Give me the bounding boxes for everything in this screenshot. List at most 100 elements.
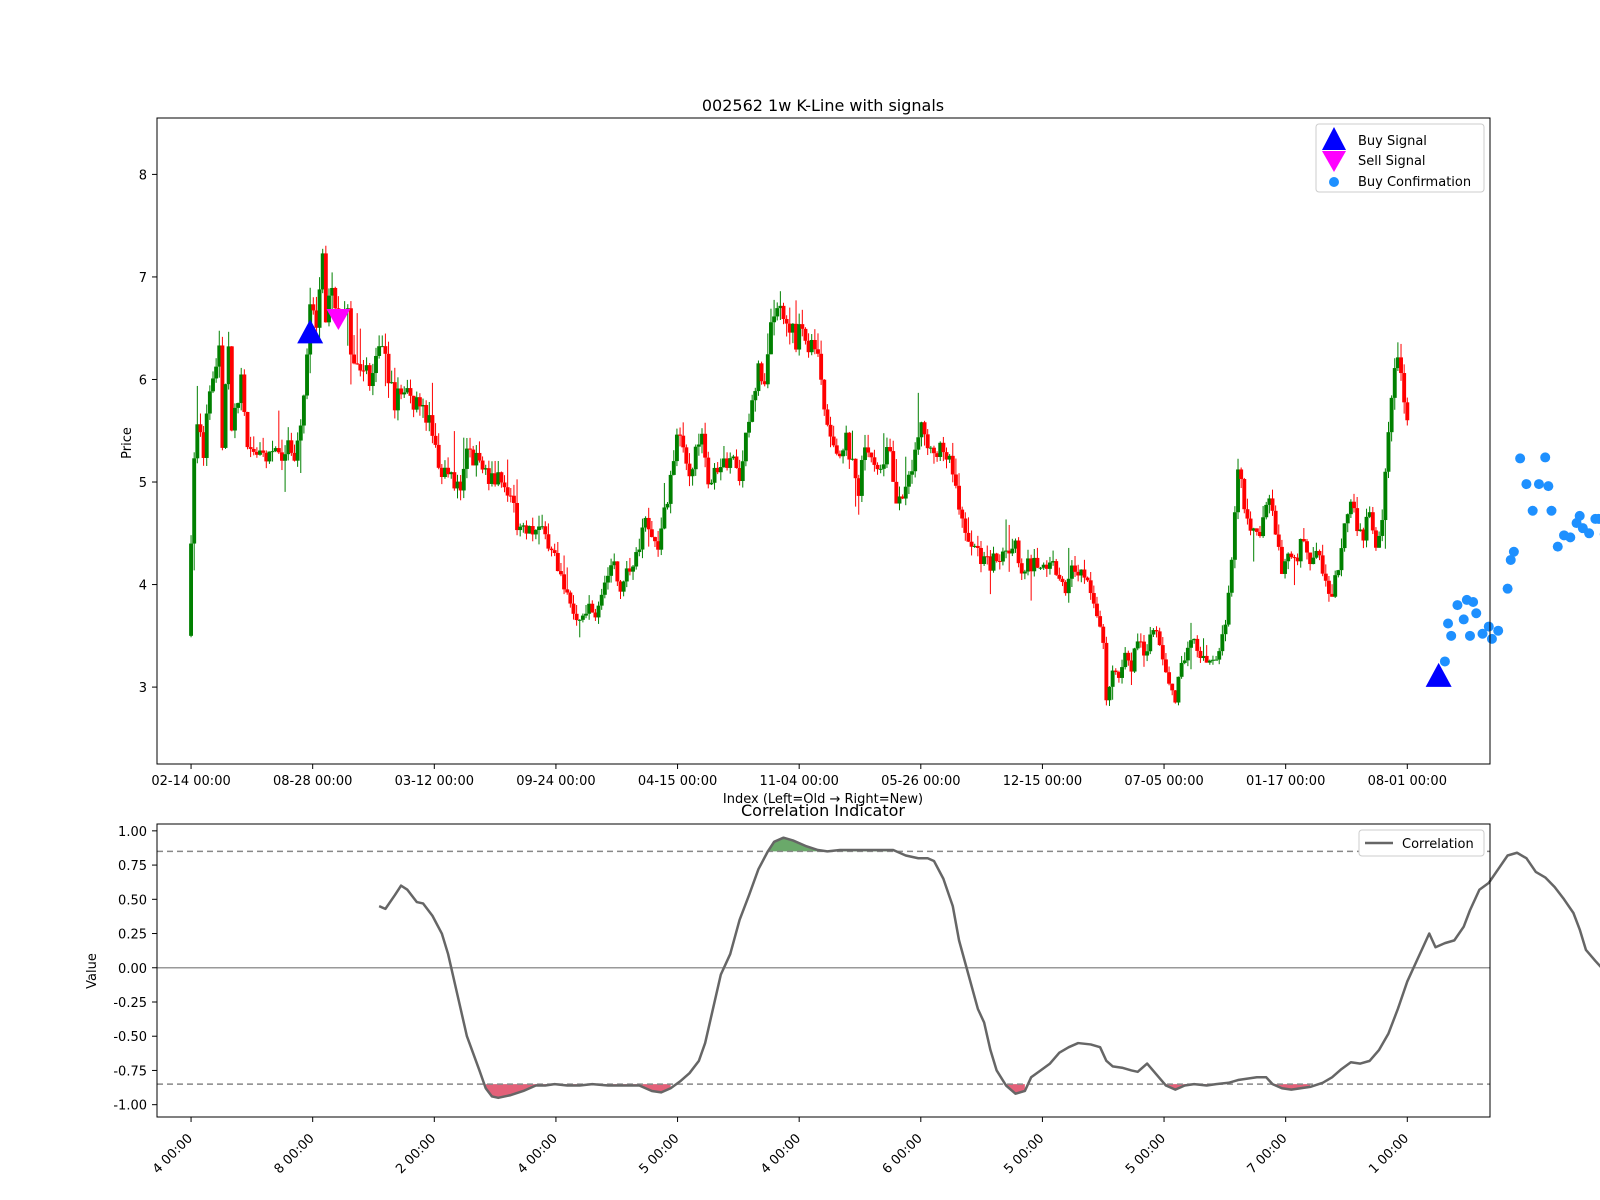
candle-body bbox=[1405, 402, 1410, 421]
x-tick-label: 08-28 00:00 bbox=[273, 774, 352, 789]
candle-body bbox=[1107, 686, 1112, 701]
candle-body bbox=[577, 619, 582, 621]
candle-body bbox=[1273, 510, 1278, 535]
candle-body bbox=[361, 370, 366, 372]
kline-panel: 002562 1w K-Line with signals 3 4 5 6 7 8 02-… bbox=[120, 96, 1600, 807]
candle-body bbox=[881, 464, 886, 469]
candle-body bbox=[245, 411, 250, 448]
buy-confirmation-marker bbox=[1452, 600, 1463, 611]
candle-body bbox=[875, 464, 880, 470]
candle-body bbox=[649, 529, 654, 538]
y-tick-label: 6 bbox=[139, 373, 147, 388]
candle-body bbox=[825, 409, 830, 425]
candle-body bbox=[1182, 660, 1187, 663]
candle-body bbox=[1132, 648, 1137, 672]
candle-body bbox=[606, 575, 610, 583]
candle-body bbox=[1317, 550, 1322, 556]
x-tick-label: 05-26 00:00 bbox=[881, 774, 960, 789]
candle-body bbox=[966, 532, 971, 542]
candle-body bbox=[1242, 479, 1247, 510]
buy-confirmation-marker bbox=[1446, 630, 1457, 641]
correlation-reference-lines bbox=[157, 850, 1490, 1085]
candle-body bbox=[743, 432, 748, 462]
candle-body bbox=[828, 424, 833, 437]
correlation-panel: Correlation Indicator 1.00 0.75 0.50 0.25 0.… bbox=[85, 801, 1600, 1177]
x-tick-label: 02-14 00:00 bbox=[151, 774, 230, 789]
candle-body bbox=[1038, 567, 1043, 569]
buy-confirmation-marker bbox=[1464, 630, 1475, 641]
candle-body bbox=[1207, 660, 1212, 663]
candle-body bbox=[703, 433, 708, 458]
candle-body bbox=[1239, 469, 1244, 480]
y-tick-label: -0.25 bbox=[113, 996, 147, 1011]
candle-body bbox=[295, 440, 300, 461]
candle-body bbox=[377, 346, 382, 356]
candle-body bbox=[1095, 603, 1099, 617]
candle-body bbox=[910, 471, 914, 475]
legend-label: Sell Signal bbox=[1358, 154, 1426, 169]
candle-body bbox=[1389, 397, 1394, 433]
candle-body bbox=[358, 364, 363, 371]
candle-body bbox=[903, 486, 908, 499]
y-tick-label: 0.25 bbox=[118, 928, 147, 943]
x-tick-label: 07-05 00:00 bbox=[1124, 774, 1203, 789]
candle-body bbox=[847, 432, 852, 460]
candle-body bbox=[1054, 561, 1059, 575]
buy-confirmation-marker bbox=[1493, 625, 1504, 636]
candle-body bbox=[1022, 571, 1027, 574]
candle-body bbox=[1088, 580, 1093, 594]
y-tick-label: 3 bbox=[139, 681, 147, 696]
candle-body bbox=[1214, 659, 1219, 661]
buy-confirmation-marker bbox=[1483, 621, 1494, 632]
y-tick-label: 4 bbox=[139, 579, 147, 594]
candle-body bbox=[549, 548, 554, 551]
kline-y-axis-label: Price bbox=[120, 427, 135, 459]
candle-body bbox=[878, 468, 883, 470]
y-tick-label: 1.00 bbox=[118, 825, 147, 840]
candle-body bbox=[311, 304, 316, 311]
candle-body bbox=[1060, 578, 1065, 583]
candle-body bbox=[941, 442, 946, 453]
kline-plot-frame bbox=[156, 117, 1491, 765]
candle-body bbox=[283, 454, 288, 461]
candle-body bbox=[602, 582, 607, 595]
candle-body bbox=[599, 594, 604, 606]
candle-body bbox=[765, 354, 770, 385]
x-tick-label: 09-24 00:00 bbox=[516, 774, 595, 789]
candle-body bbox=[590, 603, 595, 613]
candle-body bbox=[1176, 676, 1181, 703]
candle-body bbox=[232, 407, 237, 431]
candle-body bbox=[1082, 569, 1087, 578]
candle-body bbox=[975, 545, 980, 548]
candle-body bbox=[596, 605, 601, 618]
candle-body bbox=[248, 447, 253, 449]
candle-body bbox=[1163, 659, 1168, 673]
kline-candles bbox=[189, 245, 1410, 706]
candle-body bbox=[1154, 630, 1159, 632]
candle-body bbox=[753, 391, 758, 401]
candle-body bbox=[1035, 557, 1040, 568]
candle-body bbox=[866, 447, 871, 453]
candle-body bbox=[1113, 670, 1118, 673]
candle-body bbox=[1283, 561, 1287, 574]
kline-legend: Buy Signal Sell Signal Buy Confirmation bbox=[1315, 123, 1485, 193]
candle-body bbox=[1276, 534, 1281, 547]
candle-body bbox=[1270, 498, 1275, 511]
candle-body bbox=[1333, 575, 1338, 597]
legend-label: Buy Confirmation bbox=[1358, 175, 1471, 190]
candle-body bbox=[803, 328, 808, 341]
candle-body bbox=[1336, 570, 1341, 576]
candle-body bbox=[1148, 634, 1153, 652]
candle-body bbox=[906, 474, 911, 487]
candle-body bbox=[1145, 651, 1150, 656]
candle-body bbox=[957, 485, 961, 510]
candle-body bbox=[1254, 528, 1259, 532]
correlation-plot-frame bbox=[156, 823, 1491, 1118]
candle-body bbox=[236, 403, 241, 408]
candle-body bbox=[192, 458, 197, 544]
candle-body bbox=[831, 436, 836, 446]
candle-body bbox=[562, 574, 567, 590]
candle-body bbox=[436, 444, 441, 468]
candle-body bbox=[386, 353, 391, 384]
candle-body bbox=[759, 363, 764, 382]
